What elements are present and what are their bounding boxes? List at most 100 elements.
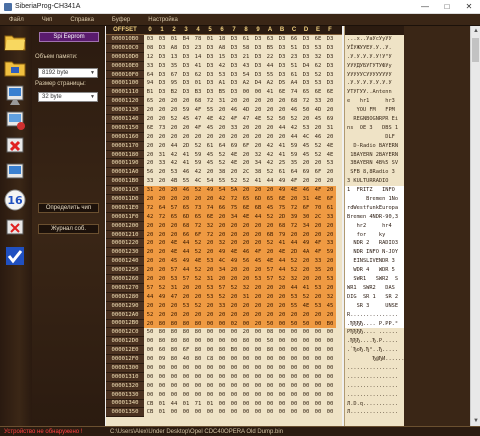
hex-byte[interactable]: 00 [240, 408, 252, 417]
hex-byte[interactable]: 20 [240, 124, 252, 133]
hex-byte[interactable]: 00 [168, 382, 180, 391]
hex-byte[interactable]: 20 [144, 151, 156, 160]
hex-byte[interactable]: 00 [324, 391, 336, 400]
hex-byte[interactable]: 32 [324, 292, 336, 302]
hex-byte[interactable]: 4E [192, 257, 204, 267]
hex-byte[interactable]: 20 [228, 239, 240, 249]
hex-byte[interactable]: 44 [264, 177, 276, 186]
hex-byte[interactable]: 4E [204, 115, 216, 124]
hex-byte[interactable]: 20 [252, 319, 264, 329]
hex-byte[interactable]: 6E [204, 212, 216, 222]
hex-byte[interactable]: 46 [240, 248, 252, 258]
hex-byte[interactable]: 20 [300, 266, 312, 276]
hex-byte[interactable]: 80 [168, 346, 180, 355]
hex-byte[interactable]: 00 [312, 355, 324, 364]
hex-byte[interactable]: 00 [276, 373, 288, 382]
hex-byte[interactable]: 45 [204, 159, 216, 168]
hex-byte[interactable]: 20 [192, 195, 204, 204]
hex-byte[interactable]: A2 [264, 79, 276, 88]
hex-byte[interactable]: 39 [288, 212, 300, 222]
hex-byte[interactable]: 33 [324, 239, 336, 249]
hex-byte[interactable]: 00 [312, 364, 324, 373]
hex-byte[interactable]: 6F [192, 230, 204, 240]
hex-byte[interactable]: 00 [180, 408, 192, 417]
hex-byte[interactable]: 20 [144, 248, 156, 258]
hex-byte[interactable]: 41 [252, 177, 264, 186]
hex-byte[interactable]: 42 [264, 151, 276, 160]
hex-byte[interactable]: 57 [168, 203, 180, 213]
hex-byte[interactable]: 00 [216, 408, 228, 417]
hex-byte[interactable]: 68 [288, 97, 300, 106]
hex-byte[interactable]: 68 [276, 221, 288, 231]
hex-byte[interactable]: D3 [324, 44, 336, 53]
detect-chip-button[interactable]: Определить чип [38, 203, 99, 213]
hex-byte[interactable]: 80 [192, 328, 204, 337]
menu-settings[interactable]: Настройка [139, 17, 187, 23]
hex-byte[interactable]: 20 [300, 230, 312, 240]
hex-byte[interactable]: 20 [252, 310, 264, 320]
hex-byte[interactable]: 6E [312, 88, 324, 97]
hex-byte[interactable]: 00 [324, 373, 336, 382]
hex-byte[interactable]: 20 [156, 177, 168, 186]
hex-byte[interactable]: 00 [324, 337, 336, 346]
hex-byte[interactable]: 6E [312, 35, 324, 44]
hex-byte[interactable]: 20 [156, 301, 168, 311]
hex-byte[interactable]: 00 [144, 382, 156, 391]
hex-byte[interactable]: 4E [240, 212, 252, 222]
hex-byte[interactable]: 20 [156, 230, 168, 240]
hex-byte[interactable]: 78 [192, 35, 204, 44]
hex-byte[interactable]: 46 [180, 168, 192, 177]
hex-byte[interactable]: 00 [324, 382, 336, 391]
hex-byte[interactable]: 55 [204, 106, 216, 115]
hex-byte[interactable]: 32 [204, 221, 216, 231]
hex-byte[interactable]: 41 [264, 88, 276, 97]
hex-byte[interactable]: 20 [156, 97, 168, 106]
hex-byte[interactable]: D3 [300, 71, 312, 80]
hex-byte[interactable]: 4C [300, 133, 312, 142]
hex-byte[interactable]: 20 [228, 292, 240, 302]
hex-byte[interactable]: D4 [252, 79, 264, 88]
hex-byte[interactable]: 20 [228, 133, 240, 142]
hex-byte[interactable]: 52 [144, 310, 156, 320]
hex-byte[interactable]: D3 [156, 53, 168, 62]
hex-byte[interactable]: 41 [276, 151, 288, 160]
ascii-row[interactable]: .ЂЂЂ....Ђ.P..... [345, 337, 404, 346]
hex-byte[interactable]: D3 [156, 62, 168, 71]
hex-row[interactable]: 000011C0 31 20 20 46 52 49 54 5A 20 20 20 49 4E 46 4F 20 [106, 186, 342, 196]
hex-byte[interactable]: D3 [180, 71, 192, 80]
hex-byte[interactable]: 50 [300, 106, 312, 115]
hex-byte[interactable]: 20 [252, 124, 264, 133]
hex-byte[interactable]: D3 [252, 44, 264, 53]
hex-byte[interactable]: 38 [216, 168, 228, 177]
hex-byte[interactable]: 01 [156, 408, 168, 417]
hex-byte[interactable]: 4D [312, 106, 324, 115]
hex-byte[interactable]: 00 [252, 337, 264, 346]
hex-byte[interactable]: 52 [192, 186, 204, 196]
hex-byte[interactable]: 20 [300, 310, 312, 320]
hex-byte[interactable]: 00 [216, 382, 228, 391]
hex-byte[interactable]: A4 [288, 79, 300, 88]
hex-byte[interactable]: 20 [312, 124, 324, 133]
ascii-row[interactable]: NDR INFO N-JOY [345, 248, 404, 258]
ascii-row[interactable]: D-Radio BAYERN [345, 142, 404, 151]
hex-byte[interactable]: 00 [168, 364, 180, 373]
hex-byte[interactable]: 52 [312, 151, 324, 160]
hex-byte[interactable]: 45 [252, 257, 264, 267]
hex-byte[interactable]: 52 [240, 177, 252, 186]
hex-byte[interactable]: 00 [264, 373, 276, 382]
hex-byte[interactable]: D3 [300, 79, 312, 88]
hex-byte[interactable]: 53 [204, 283, 216, 293]
hex-byte[interactable]: 20 [300, 257, 312, 267]
hex-byte[interactable]: 03 [144, 35, 156, 44]
hex-byte[interactable]: D3 [228, 79, 240, 88]
hex-byte[interactable]: 4F [312, 186, 324, 196]
ascii-row[interactable]: Л.D.q........... [345, 400, 404, 409]
hex-byte[interactable]: 20 [300, 159, 312, 168]
hex-byte[interactable]: 20 [216, 124, 228, 133]
hex-byte[interactable]: 4B [168, 177, 180, 186]
hex-byte[interactable]: 6D [252, 195, 264, 204]
hex-byte[interactable]: 42 [264, 142, 276, 151]
hex-row[interactable]: 00001150 6E 73 20 20 4F 45 20 33 20 20 20 44 42 53 20 31 [106, 123, 342, 133]
hex-byte[interactable]: 00 [288, 346, 300, 355]
hex-byte[interactable]: 00 [264, 400, 276, 409]
